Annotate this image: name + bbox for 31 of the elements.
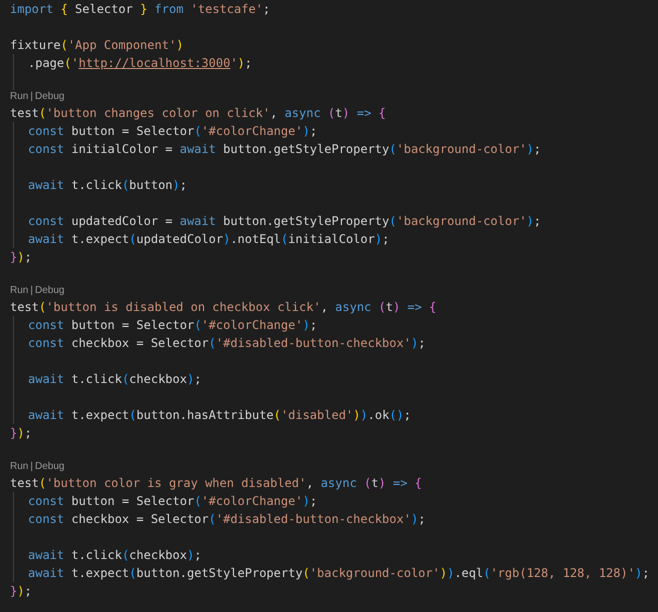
- code-line: await t.click(checkbox);: [28, 371, 202, 388]
- code-line: await t.expect(button.hasAttribute('disabled')).ok();: [28, 407, 411, 424]
- code-lens-separator: |: [30, 460, 33, 474]
- code-line: await t.expect(updatedColor).notEql(initialColor);: [28, 231, 390, 248]
- run-link[interactable]: Run: [10, 90, 28, 104]
- debug-link[interactable]: Debug: [34, 460, 64, 474]
- code-line: const checkbox = Selector('#disabled-button-checkbox');: [28, 335, 426, 352]
- code-line: const button = Selector('#colorChange');: [28, 493, 318, 510]
- code-line: test('button changes color on click', async (t) => {: [10, 105, 386, 122]
- code-line: const checkbox = Selector('#disabled-button-checkbox');: [28, 511, 426, 528]
- code-line: await t.click(button);: [28, 177, 187, 194]
- code-line: const button = Selector('#colorChange');: [28, 317, 318, 334]
- code-line: test('button is disabled on checkbox click', async (t) => {: [10, 299, 436, 316]
- code-line: import { Selector } from 'testcafe';: [10, 1, 270, 18]
- code-line: .page('http://localhost:3000');: [28, 55, 252, 72]
- run-link[interactable]: Run: [10, 284, 28, 298]
- debug-link[interactable]: Debug: [34, 284, 64, 298]
- run-link[interactable]: Run: [10, 460, 28, 474]
- code-line: });: [10, 249, 32, 266]
- code-lens-separator: |: [30, 284, 33, 298]
- debug-link[interactable]: Debug: [34, 90, 64, 104]
- code-line: const updatedColor = await button.getStyleProperty('background-color');: [28, 213, 542, 230]
- code-line: const initialColor = await button.getStyleProperty('background-color');: [28, 141, 542, 158]
- code-line: fixture('App Component'): [10, 37, 184, 54]
- code-line: });: [10, 583, 32, 600]
- code-line: await t.click(checkbox);: [28, 547, 202, 564]
- code-lens-separator: |: [30, 90, 33, 104]
- code-line: await t.expect(button.getStyleProperty('background-color')).eql('rgb(128, 128, 128)');: [28, 565, 650, 582]
- code-line: });: [10, 425, 32, 442]
- code-line: const button = Selector('#colorChange');: [28, 123, 318, 140]
- code-line: test('button color is gray when disabled', async (t) => {: [10, 475, 422, 492]
